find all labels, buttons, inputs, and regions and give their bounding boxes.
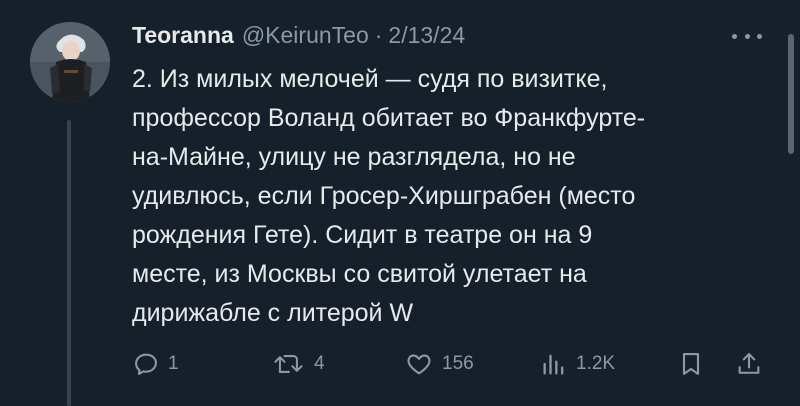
like-count: 156 xyxy=(442,353,474,374)
more-dot-icon xyxy=(732,33,737,39)
reply-button[interactable]: 1 xyxy=(132,344,179,384)
tweet-date[interactable]: 2/13/24 xyxy=(388,22,465,49)
retweet-count: 4 xyxy=(314,353,325,374)
heart-icon xyxy=(407,354,431,375)
bookmark-button[interactable] xyxy=(677,344,705,384)
avatar[interactable] xyxy=(30,22,110,102)
header-separator: · xyxy=(374,22,383,48)
reply-icon xyxy=(135,353,157,375)
tweet-actions: 1 4 156 1.2K xyxy=(132,344,772,384)
views-button[interactable]: 1.2K xyxy=(540,344,615,384)
like-button[interactable]: 156 xyxy=(404,344,474,384)
more-dot-icon xyxy=(744,33,750,39)
tweet-text: 2. Из милых мелочей — судя по визитке, п… xyxy=(132,65,646,327)
bookmark-icon xyxy=(682,353,700,375)
retweet-icon xyxy=(274,355,303,373)
author-handle[interactable]: @KeirunTeo xyxy=(242,22,369,49)
tweet: Teoranna @KeirunTeo · 2/13/24 2. Из милы… xyxy=(0,0,800,406)
thread-line xyxy=(67,120,71,406)
tweet-header: Teoranna @KeirunTeo · 2/13/24 xyxy=(132,22,465,52)
reply-count: 1 xyxy=(168,353,179,374)
scrollbar[interactable] xyxy=(788,34,794,154)
more-dot-icon xyxy=(757,33,762,39)
avatar-image xyxy=(30,22,110,102)
share-icon xyxy=(738,353,760,374)
views-count: 1.2K xyxy=(576,353,616,374)
views-icon xyxy=(543,354,564,375)
more-options-button[interactable] xyxy=(732,24,762,48)
retweet-button[interactable]: 4 xyxy=(272,344,325,384)
author-name[interactable]: Teoranna xyxy=(132,22,234,49)
share-button[interactable] xyxy=(735,344,763,384)
